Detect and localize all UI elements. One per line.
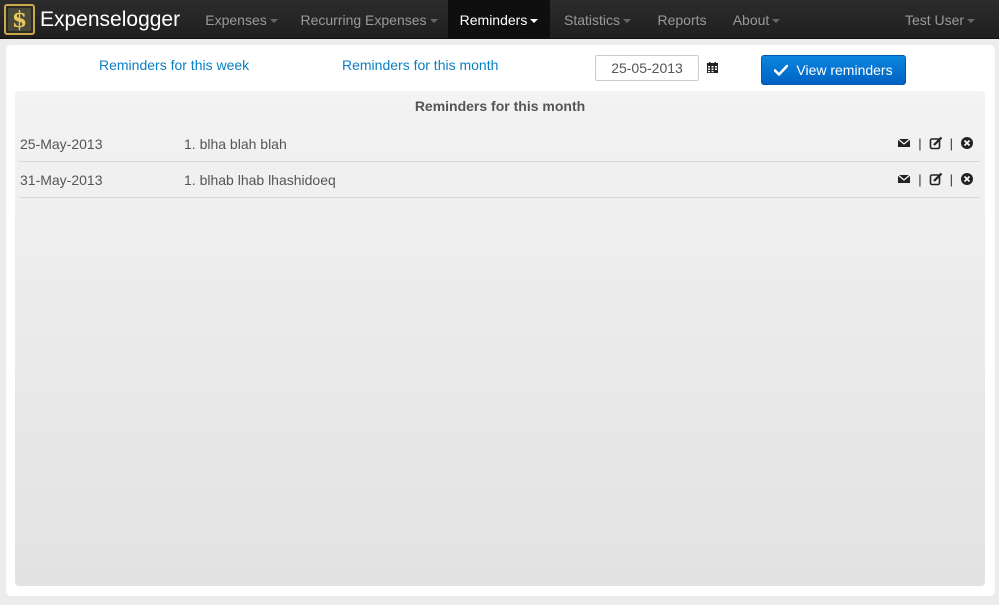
caret-down-icon [269,18,278,23]
edit-icon[interactable] [929,172,943,186]
envelope-icon[interactable] [897,136,911,150]
nav-reports-label: Reports [657,11,707,28]
caret-down-icon [967,18,976,23]
nav-statistics[interactable]: Statistics [550,0,645,39]
caret-down-icon [772,18,781,23]
edit-icon[interactable] [929,136,943,150]
separator: | [949,135,953,151]
nav-reminders[interactable]: Reminders [448,0,550,39]
brand[interactable]: $ Expenselogger [4,4,180,35]
nav-expenses-label: Expenses [205,11,267,28]
logo-glyph: $ [11,6,28,33]
user-menu-label: Test User [904,11,965,28]
envelope-icon[interactable] [897,172,911,186]
date-input[interactable] [595,55,699,81]
check-icon [774,64,789,76]
remove-icon[interactable] [960,136,974,150]
reminders-week-link[interactable]: Reminders for this week [99,57,249,73]
view-reminders-button[interactable]: View reminders [761,55,906,85]
calendar-icon[interactable] [707,62,718,73]
dollar-logo-icon: $ [4,4,35,35]
caret-down-icon [623,18,631,23]
navbar: $ Expenselogger Expenses Recurring Expen… [0,0,999,39]
separator: | [949,171,953,187]
view-reminders-label: View reminders [796,62,893,78]
nav-reports[interactable]: Reports [645,0,719,39]
row-actions: | | [897,135,974,151]
caret-down-icon [429,18,438,23]
nav-recurring-expenses-label: Recurring Expenses [300,11,427,28]
reminders-month-link[interactable]: Reminders for this month [342,57,498,73]
separator: | [918,171,922,187]
nav-about-label: About [732,11,770,28]
user-menu[interactable]: Test User [890,0,990,39]
reminder-text: 1. blhab lhab lhashidoeq [184,172,336,188]
reminders-list: Reminders for this month 25-May-2013 1. … [15,91,985,586]
reminders-list-title: Reminders for this month [414,98,586,114]
reminder-date: 25-May-2013 [20,136,103,152]
reminder-text: 1. blha blah blah [184,136,287,152]
list-item: 31-May-2013 1. blhab lhab lhashidoeq | | [19,162,980,198]
list-item: 25-May-2013 1. blha blah blah | | [19,126,980,162]
nav-statistics-label: Statistics [563,11,620,28]
separator: | [918,135,922,151]
nav-expenses[interactable]: Expenses [193,0,290,39]
nav-recurring-expenses[interactable]: Recurring Expenses [290,0,448,39]
nav-about[interactable]: About [719,0,794,39]
reminder-date: 31-May-2013 [20,172,103,188]
caret-down-icon [530,18,539,23]
row-actions: | | [897,171,974,187]
nav-reminders-label: Reminders [459,11,528,28]
brand-name: Expenselogger [40,7,181,31]
remove-icon[interactable] [960,172,974,186]
